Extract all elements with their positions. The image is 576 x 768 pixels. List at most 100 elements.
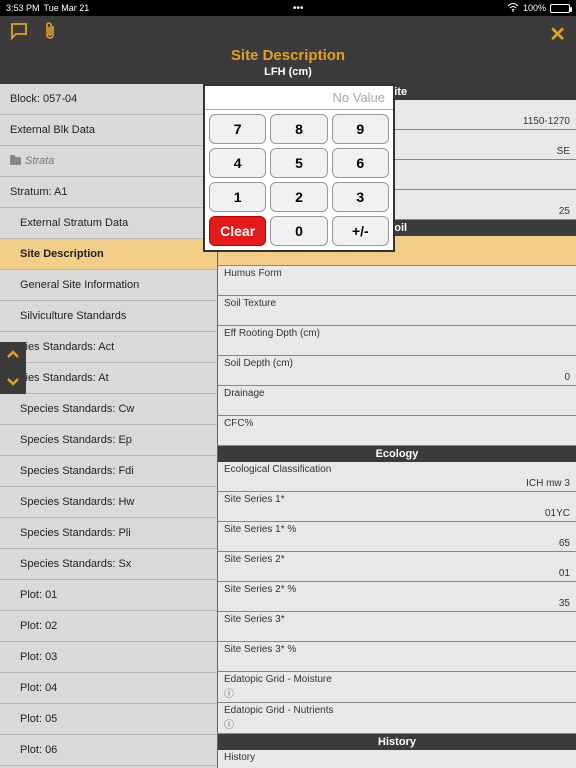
keypad-digit-button[interactable]: 2 — [270, 182, 327, 212]
keypad-digit-button[interactable]: 3 — [332, 182, 389, 212]
wifi-icon — [507, 3, 519, 14]
sidebar-item-label: Species Standards: Hw — [20, 496, 134, 508]
arrow-down-button[interactable] — [0, 368, 26, 394]
field-label: Site Series 1* % — [224, 524, 570, 535]
field-row[interactable]: Eff Rooting Dpth (cm) — [218, 326, 576, 356]
sidebar-item-label: Species Standards: Pli — [20, 527, 131, 539]
app-header: ✕ Site Description LFH (cm) — [0, 16, 576, 84]
sidebar-item[interactable]: General Site Information — [0, 270, 217, 301]
field-label: Site Series 3* % — [224, 644, 570, 655]
sidebar-item[interactable]: Plot: 03 — [0, 642, 217, 673]
keypad-digit-button[interactable]: 5 — [270, 148, 327, 178]
field-row[interactable]: Edatopic Grid - Moistureⓘ — [218, 672, 576, 703]
sidebar-item[interactable]: External Stratum Data — [0, 208, 217, 239]
field-label: Soil Depth (cm) — [224, 358, 570, 369]
arrow-up-button[interactable] — [0, 342, 26, 368]
sidebar-item[interactable]: Silviculture Standards — [0, 301, 217, 332]
arrow-nav — [0, 342, 26, 394]
field-value: ICH mw 3 — [224, 478, 570, 489]
keypad-clear-button[interactable]: Clear — [209, 216, 266, 246]
sidebar-item[interactable]: cies Standards: At — [0, 363, 217, 394]
field-row[interactable]: Humus Form — [218, 266, 576, 296]
help-icon[interactable]: ⓘ — [224, 716, 570, 731]
field-label: History — [224, 752, 570, 763]
field-row[interactable]: Site Series 1*01YC — [218, 492, 576, 522]
sidebar-item[interactable]: Plot: 01 — [0, 580, 217, 611]
field-row[interactable]: Soil Texture — [218, 296, 576, 326]
sidebar-item-label: cies Standards: At — [20, 372, 109, 384]
sidebar-item-label: Species Standards: Ep — [20, 434, 132, 446]
sidebar-item[interactable]: Species Standards: Sx — [0, 549, 217, 580]
close-icon[interactable]: ✕ — [549, 22, 566, 47]
sidebar-item[interactable]: Species Standards: Cw — [0, 394, 217, 425]
sidebar-item-label: External Stratum Data — [20, 217, 128, 229]
sidebar-item-label: Plot: 02 — [20, 620, 57, 632]
keypad-digit-button[interactable]: 6 — [332, 148, 389, 178]
field-row[interactable]: Drainage — [218, 386, 576, 416]
field-row[interactable]: Site Series 2* %35 — [218, 582, 576, 612]
attachment-icon[interactable] — [42, 22, 58, 45]
status-date: Tue Mar 21 — [44, 3, 90, 13]
sidebar-item[interactable]: Plot: 05 — [0, 704, 217, 735]
keypad-digit-button[interactable]: 1 — [209, 182, 266, 212]
sidebar-item-label: Plot: 01 — [20, 589, 57, 601]
keypad-digit-button[interactable]: 4 — [209, 148, 266, 178]
field-row[interactable]: Edatopic Grid - Nutrientsⓘ — [218, 703, 576, 734]
sidebar-item[interactable]: Plot: 04 — [0, 673, 217, 704]
sidebar-item[interactable]: Plot: 02 — [0, 611, 217, 642]
field-value: 35 — [224, 598, 570, 609]
sidebar-item[interactable]: Stratum: A1 — [0, 177, 217, 208]
sidebar-item-label: Species Standards: Cw — [20, 403, 134, 415]
field-label: CFC% — [224, 418, 570, 429]
keypad-display: No Value — [205, 86, 393, 110]
comment-icon[interactable] — [10, 22, 28, 45]
field-value: 0 — [224, 372, 570, 383]
keypad-sign-button[interactable]: +/- — [332, 216, 389, 246]
field-label: Eff Rooting Dpth (cm) — [224, 328, 570, 339]
sidebar-item-label: cies Standards: Act — [20, 341, 114, 353]
sidebar-item[interactable]: Plot: 06 — [0, 735, 217, 766]
sidebar-item[interactable]: Site Description — [0, 239, 217, 270]
sidebar-item[interactable]: Species Standards: Ep — [0, 425, 217, 456]
field-row[interactable]: Ecological Classification ICH mw 3 — [218, 462, 576, 492]
sidebar-item[interactable]: cies Standards: Act — [0, 332, 217, 363]
sidebar-item-label: Strata — [25, 155, 54, 167]
status-bar: 3:53 PM Tue Mar 21 ••• 100% — [0, 0, 576, 16]
field-row[interactable]: History — [218, 750, 576, 768]
field-row[interactable]: Site Series 3* — [218, 612, 576, 642]
field-value: 65 — [224, 538, 570, 549]
field-row[interactable]: Site Series 3* % — [218, 642, 576, 672]
sidebar-item-label: Stratum: A1 — [10, 186, 67, 198]
battery-icon — [550, 4, 570, 13]
sidebar-item[interactable]: Block: 057-04 — [0, 84, 217, 115]
keypad-digit-button[interactable]: 9 — [332, 114, 389, 144]
field-label: Ecological Classification — [224, 464, 570, 475]
sidebar-item-label: Plot: 06 — [20, 744, 57, 756]
page-title: Site Description — [0, 47, 576, 64]
keypad-digit-button[interactable]: 7 — [209, 114, 266, 144]
sidebar-item[interactable]: Species Standards: Hw — [0, 487, 217, 518]
field-row[interactable]: CFC% — [218, 416, 576, 446]
sidebar-item-label: Species Standards: Fdi — [20, 465, 134, 477]
numeric-keypad: No Value 789 456 123 Clear0+/- — [203, 84, 395, 252]
section-header: History — [218, 734, 576, 750]
field-label: Site Series 2* — [224, 554, 570, 565]
field-row[interactable]: Soil Depth (cm) 0 — [218, 356, 576, 386]
sidebar-item[interactable]: Species Standards: Fdi — [0, 456, 217, 487]
sidebar-item-label: Plot: 03 — [20, 651, 57, 663]
status-time: 3:53 PM — [6, 3, 40, 13]
page-subtitle: LFH (cm) — [0, 66, 576, 78]
keypad-digit-button[interactable]: 8 — [270, 114, 327, 144]
field-row[interactable]: Site Series 1* % 65 — [218, 522, 576, 552]
field-value: 01 — [224, 568, 570, 579]
sidebar-item[interactable]: External Blk Data — [0, 115, 217, 146]
sidebar-item-label: Silviculture Standards — [20, 310, 126, 322]
sidebar-item-label: Species Standards: Sx — [20, 558, 131, 570]
field-row[interactable]: Site Series 2* 01 — [218, 552, 576, 582]
status-dots: ••• — [293, 3, 304, 14]
sidebar-item[interactable]: Strata — [0, 146, 217, 177]
help-icon[interactable]: ⓘ — [224, 685, 570, 700]
sidebar-item[interactable]: Species Standards: Pli — [0, 518, 217, 549]
keypad-digit-button[interactable]: 0 — [270, 216, 327, 246]
sidebar-item-label: Plot: 05 — [20, 713, 57, 725]
